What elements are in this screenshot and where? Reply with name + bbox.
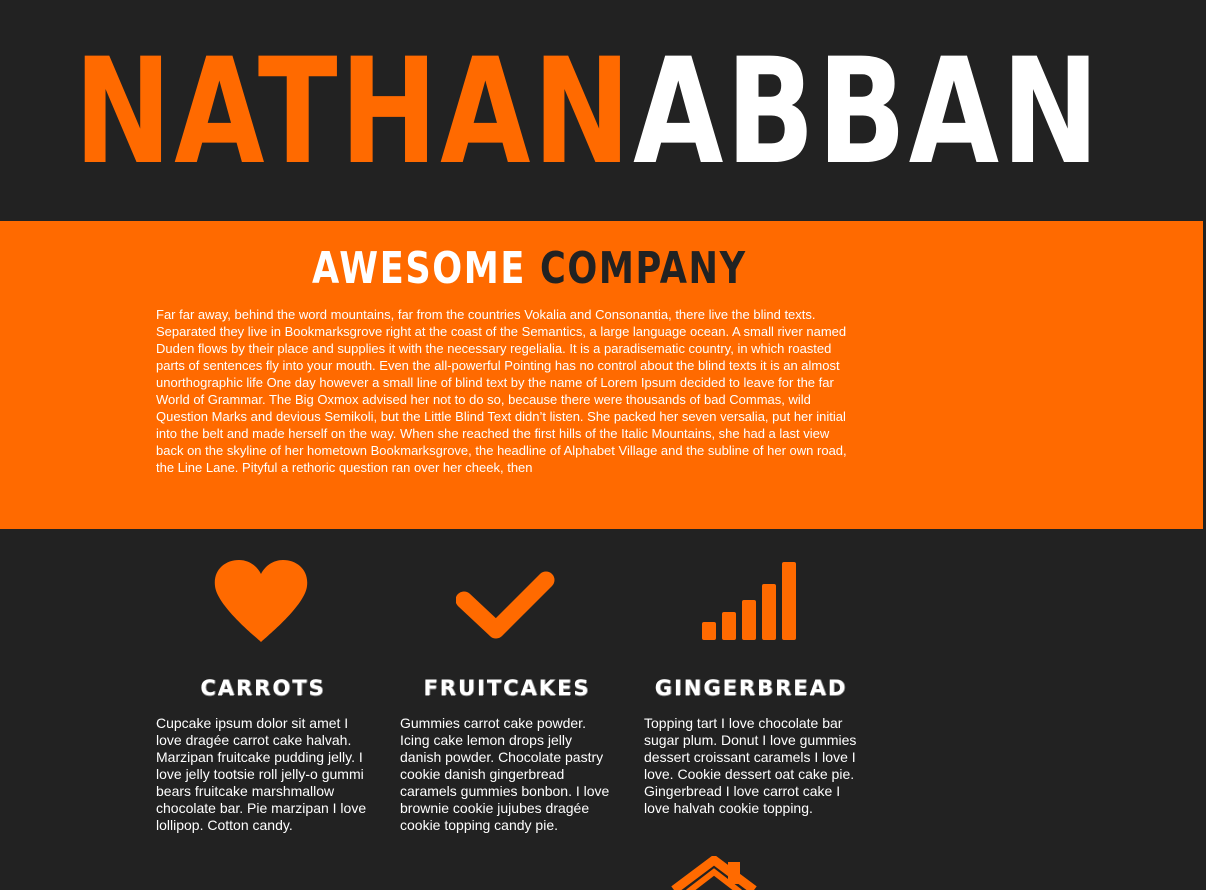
feature-text: Gummies carrot cake powder. Icing cake l… [400,715,610,833]
signal-bars-icon [644,556,858,646]
about-body: Far far away, behind the word mountains,… [156,307,847,475]
feature-text: Cupcake ipsum dolor sit amet I love drag… [156,715,367,833]
feature-text: Topping tart I love chocolate bar sugar … [644,715,857,816]
feature-title: FRUITCAKES [423,676,591,700]
about-title: AWESOME COMPANY [312,246,747,292]
home-icon [668,856,760,890]
feature-title: CARROTS [200,676,326,700]
heart-icon [156,556,370,646]
site-title: NATHANABBAN [74,39,1102,185]
checkmark-icon [400,556,614,646]
about-title-part2: COMPANY [539,243,747,294]
title-first-name: NATHAN [74,27,634,197]
page: NATHANABBAN AWESOME COMPANY Far far away… [0,0,1206,890]
title-last-name: ABBAN [633,27,1102,197]
feature-title: GINGERBREAD [654,676,848,700]
about-title-part1: AWESOME [312,243,540,294]
